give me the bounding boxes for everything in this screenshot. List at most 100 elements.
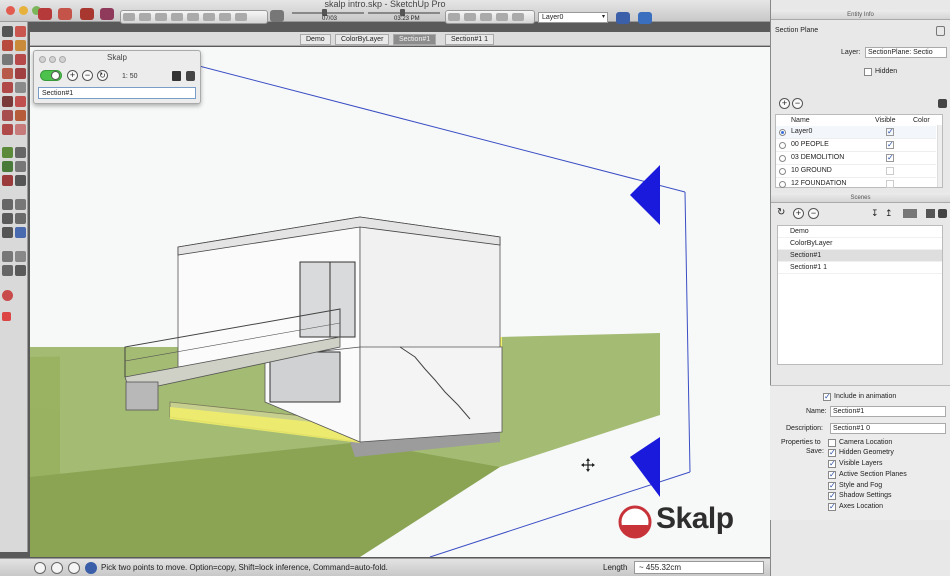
export-icon[interactable] [172, 71, 181, 81]
xray-icon[interactable] [219, 13, 231, 21]
extension-warehouse-icon[interactable] [100, 8, 114, 20]
layer-row[interactable]: Layer0 ✓ [776, 126, 936, 139]
scene-item-selected[interactable]: Section#1 [778, 250, 942, 262]
tab-section-1[interactable]: Section#1 [393, 34, 437, 45]
right-view-icon[interactable] [171, 13, 183, 21]
tab-colorbylayer[interactable]: ColorByLayer [335, 34, 390, 45]
components-icon[interactable] [80, 8, 94, 20]
pan-tool-icon[interactable] [15, 199, 26, 210]
layer-dropdown[interactable]: Layer0 ▾ [538, 12, 608, 23]
scene-item[interactable]: Section#1 1 [778, 262, 942, 274]
wireframe-icon[interactable] [235, 13, 247, 21]
zoom-window-icon[interactable] [15, 213, 26, 224]
shaded-icon[interactable] [464, 13, 476, 21]
layer-row[interactable]: 03 DEMOLITION ✓ [776, 152, 936, 165]
textured-icon[interactable] [480, 13, 492, 21]
camera-location-checkbox[interactable] [828, 439, 836, 447]
axes-tool-icon[interactable] [2, 175, 13, 186]
push-pull-icon[interactable] [15, 96, 26, 107]
add-scene-button[interactable]: + [793, 208, 804, 219]
active-layer-radio[interactable] [779, 181, 786, 188]
iso-view-icon[interactable] [123, 13, 135, 21]
layer-row[interactable]: 12 FOUNDATION [776, 178, 936, 191]
time-slider-thumb[interactable] [400, 9, 405, 16]
rotate-tool-icon[interactable] [2, 110, 13, 121]
line-tool-icon[interactable] [2, 54, 13, 65]
scene-item[interactable]: ColorByLayer [778, 238, 942, 250]
hidden-geometry-checkbox[interactable]: ✓ [828, 449, 836, 457]
scenes-title[interactable]: Scenes [771, 193, 950, 203]
zoom-tool-icon[interactable] [2, 213, 13, 224]
tab-demo[interactable]: Demo [300, 34, 331, 45]
offset-tool-icon[interactable] [15, 124, 26, 135]
active-layer-radio[interactable] [779, 129, 786, 136]
move-scene-down-icon[interactable]: ↧ [871, 208, 879, 219]
delete-scene-button[interactable]: − [808, 208, 819, 219]
layer-visible-checkbox[interactable] [886, 167, 894, 175]
scene-thumbnail-icon[interactable] [926, 209, 935, 218]
move-scene-up-icon[interactable]: ↥ [885, 208, 893, 219]
refresh-scene-icon[interactable]: ↻ [777, 207, 785, 218]
position-camera-icon[interactable] [2, 251, 13, 262]
axes-location-checkbox[interactable]: ✓ [828, 503, 836, 511]
model-viewport[interactable] [30, 47, 770, 557]
date-slider-thumb[interactable] [322, 9, 327, 16]
section-plane-icon[interactable] [15, 265, 26, 276]
skalp-red-swatch[interactable] [2, 312, 11, 321]
active-layer-radio[interactable] [779, 168, 786, 175]
scene-details-icon[interactable] [938, 209, 947, 218]
layer-options-icon[interactable] [938, 99, 947, 108]
scene-view-options-icon[interactable] [903, 209, 917, 218]
layer-visible-checkbox[interactable]: ✓ [886, 128, 894, 136]
credits-icon[interactable] [51, 562, 63, 574]
text-tool-icon[interactable] [15, 161, 26, 172]
measurements-field[interactable]: ~ 455.32cm [634, 561, 764, 574]
geo-location-icon[interactable] [34, 562, 46, 574]
lock-icon[interactable] [936, 26, 945, 36]
circle-tool-icon[interactable] [15, 68, 26, 79]
shadow-date-slider[interactable] [292, 12, 364, 14]
layer-visible-checkbox[interactable]: ✓ [886, 141, 894, 149]
left-view-icon[interactable] [203, 13, 215, 21]
make-component-icon[interactable] [15, 26, 26, 37]
layer-row[interactable]: 10 GROUND [776, 165, 936, 178]
monochrome-icon[interactable] [496, 13, 508, 21]
freehand-tool-icon[interactable] [15, 82, 26, 93]
active-layer-radio[interactable] [779, 142, 786, 149]
get-models-icon[interactable] [38, 8, 52, 20]
layers-visible-header[interactable]: Visible [875, 117, 896, 124]
layers-scrollbar[interactable] [937, 125, 942, 187]
layer-manager-icon[interactable] [616, 12, 630, 24]
style-and-fog-checkbox[interactable]: ✓ [828, 482, 836, 490]
dimension-tool-icon[interactable] [15, 147, 26, 158]
orbit-tool-icon[interactable] [2, 199, 13, 210]
tape-measure-icon[interactable] [2, 147, 13, 158]
section-name-input[interactable]: Section#1 [38, 87, 196, 99]
arc-tool-icon[interactable] [15, 54, 26, 65]
zoom-extents-icon[interactable] [2, 227, 13, 238]
visible-layers-checkbox[interactable]: ✓ [828, 460, 836, 468]
layer-visible-checkbox[interactable] [886, 180, 894, 188]
print-icon[interactable] [512, 13, 524, 21]
tab-section-1-1[interactable]: Section#1 1 [445, 34, 494, 45]
scene-description-input[interactable]: Section#1 0 [830, 423, 946, 434]
paint-bucket-icon[interactable] [15, 40, 26, 51]
refresh-icon[interactable]: ↻ [97, 70, 108, 81]
entity-info-title[interactable]: Entity Info [771, 10, 950, 20]
top-view-icon[interactable] [139, 13, 151, 21]
walk-tool-icon[interactable] [15, 251, 26, 262]
previous-view-icon[interactable] [15, 227, 26, 238]
front-view-icon[interactable] [155, 13, 167, 21]
polygon-tool-icon[interactable] [2, 82, 13, 93]
shadow-settings-checkbox[interactable]: ✓ [828, 492, 836, 500]
settings-icon[interactable] [186, 71, 195, 81]
scale-tool-icon[interactable] [2, 124, 13, 135]
remove-section-button[interactable]: − [82, 70, 93, 81]
help-icon[interactable] [85, 562, 97, 574]
layers-name-header[interactable]: Name [791, 117, 810, 124]
layers-color-header[interactable]: Color [913, 117, 930, 124]
active-layer-radio[interactable] [779, 155, 786, 162]
rectangle-tool-icon[interactable] [2, 68, 13, 79]
delete-layer-button[interactable]: − [792, 98, 803, 109]
scene-name-input[interactable]: Section#1 [830, 406, 946, 417]
